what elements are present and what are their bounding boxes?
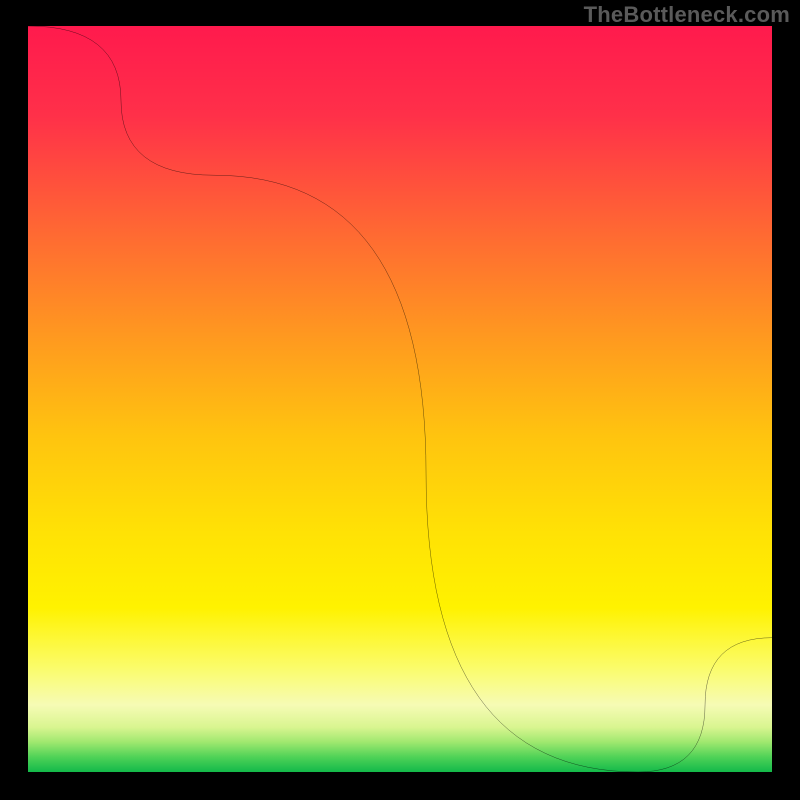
plot-area bbox=[28, 26, 772, 772]
watermark-text: TheBottleneck.com bbox=[584, 2, 790, 28]
bottleneck-curve bbox=[28, 26, 772, 772]
chart-frame: TheBottleneck.com bbox=[0, 0, 800, 800]
